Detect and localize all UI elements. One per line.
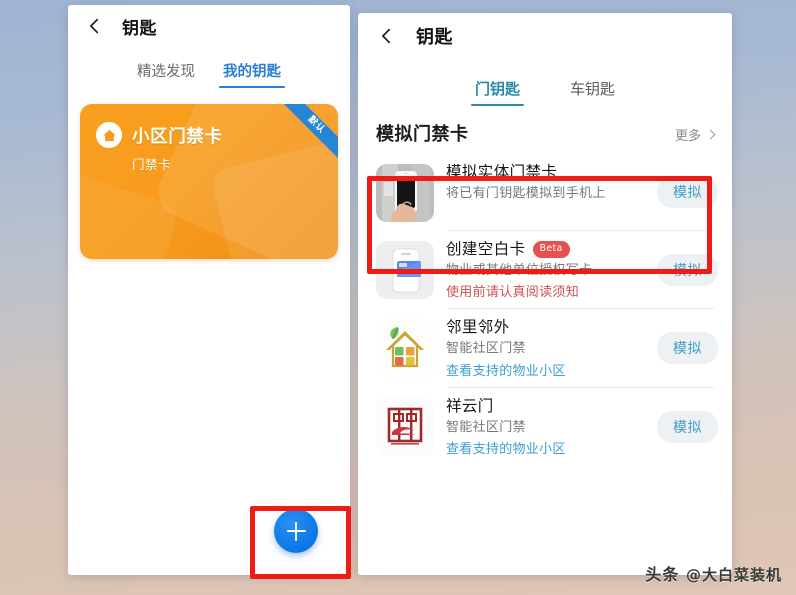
watermark-handle: @大白菜装机 <box>685 566 782 584</box>
screenshot-root: 钥匙 精选发现 我的钥匙 小区门禁卡 门禁卡 默认 钥匙 门钥匙 车钥匙 模拟门… <box>0 0 796 595</box>
phone-blank-card-icon <box>376 241 434 299</box>
item-text-block: 创建空白卡 Beta 物业或其他单位授权写卡 使用前请认真阅读须知 <box>434 239 657 300</box>
item-title: 创建空白卡 <box>446 240 526 258</box>
item-description: 智能社区门禁 <box>446 341 526 357</box>
item-text-block: 邻里邻外 智能社区门禁 查看支持的物业小区 <box>434 317 657 378</box>
more-link[interactable]: 更多 <box>674 125 716 144</box>
default-ribbon: 默认 <box>276 104 338 166</box>
item-title: 邻里邻外 <box>446 318 510 337</box>
plus-icon <box>294 521 298 541</box>
key-card-container: 小区门禁卡 门禁卡 默认 <box>68 88 350 259</box>
item-link-note[interactable]: 查看支持的物业小区 <box>446 438 649 457</box>
watermark-platform: 头条 <box>645 565 680 584</box>
list-item[interactable]: 模拟实体门禁卡 将已有门钥匙模拟到手机上 模拟 <box>358 154 732 230</box>
list-item[interactable]: 创建空白卡 Beta 物业或其他单位授权写卡 使用前请认真阅读须知 模拟 <box>358 231 732 308</box>
key-source-list: 模拟实体门禁卡 将已有门钥匙模拟到手机上 模拟 创建空白卡 Beta 物业或其他… <box>358 154 732 465</box>
item-description: 物业或其他单位授权写卡 <box>446 262 593 278</box>
tab-my-keys[interactable]: 我的钥匙 <box>219 57 285 88</box>
simulate-button[interactable]: 模拟 <box>657 332 718 365</box>
gate-seal-icon <box>376 397 434 456</box>
simulate-button[interactable]: 模拟 <box>657 176 718 208</box>
item-title: 祥云门 <box>446 396 494 415</box>
list-item[interactable]: 祥云门 智能社区门禁 查看支持的物业小区 模拟 <box>358 388 732 465</box>
item-link-note[interactable]: 查看支持的物业小区 <box>446 360 649 379</box>
section-header: 模拟门禁卡 更多 <box>358 106 732 154</box>
item-description: 智能社区门禁 <box>446 419 526 435</box>
home-icon <box>96 122 122 148</box>
right-page-title: 钥匙 <box>416 27 453 48</box>
list-item[interactable]: 邻里邻外 智能社区门禁 查看支持的物业小区 模拟 <box>358 309 732 386</box>
right-appbar: 钥匙 <box>358 13 732 59</box>
item-title: 模拟实体门禁卡 <box>446 163 558 181</box>
beta-badge: Beta <box>532 241 570 258</box>
chevron-right-icon <box>705 129 716 139</box>
more-label: 更多 <box>674 129 701 144</box>
item-warning-note: 使用前请认真阅读须知 <box>446 285 580 301</box>
right-tab-bar: 门钥匙 车钥匙 <box>358 59 732 106</box>
left-phone-screen: 钥匙 精选发现 我的钥匙 小区门禁卡 门禁卡 默认 <box>68 5 350 575</box>
tab-door-key[interactable]: 门钥匙 <box>470 75 525 106</box>
house-leaf-icon <box>376 319 434 378</box>
default-ribbon-label: 默认 <box>278 104 338 164</box>
hand-holding-phone-photo <box>376 164 434 222</box>
tab-car-key[interactable]: 车钥匙 <box>566 75 619 106</box>
left-appbar: 钥匙 <box>68 5 350 47</box>
item-text-block: 祥云门 智能社区门禁 查看支持的物业小区 <box>434 396 657 457</box>
section-title: 模拟门禁卡 <box>376 124 469 145</box>
simulate-button[interactable]: 模拟 <box>657 410 718 443</box>
left-tab-bar: 精选发现 我的钥匙 <box>68 47 350 88</box>
right-phone-screen: 钥匙 门钥匙 车钥匙 模拟门禁卡 更多 模拟实体门禁卡 将已有门钥匙模拟到手机上… <box>358 13 732 575</box>
card-title: 小区门禁卡 <box>132 126 223 147</box>
tab-featured-discovery[interactable]: 精选发现 <box>133 57 199 88</box>
access-card[interactable]: 小区门禁卡 门禁卡 默认 <box>80 104 338 259</box>
item-description: 将已有门钥匙模拟到手机上 <box>446 185 606 201</box>
back-arrow-icon[interactable] <box>376 25 398 47</box>
back-arrow-icon[interactable] <box>84 15 106 37</box>
left-page-title: 钥匙 <box>122 18 157 39</box>
item-text-block: 模拟实体门禁卡 将已有门钥匙模拟到手机上 <box>434 162 657 202</box>
simulate-button[interactable]: 模拟 <box>657 253 718 286</box>
add-key-button[interactable] <box>274 509 318 553</box>
watermark: 头条 @大白菜装机 <box>645 561 782 585</box>
